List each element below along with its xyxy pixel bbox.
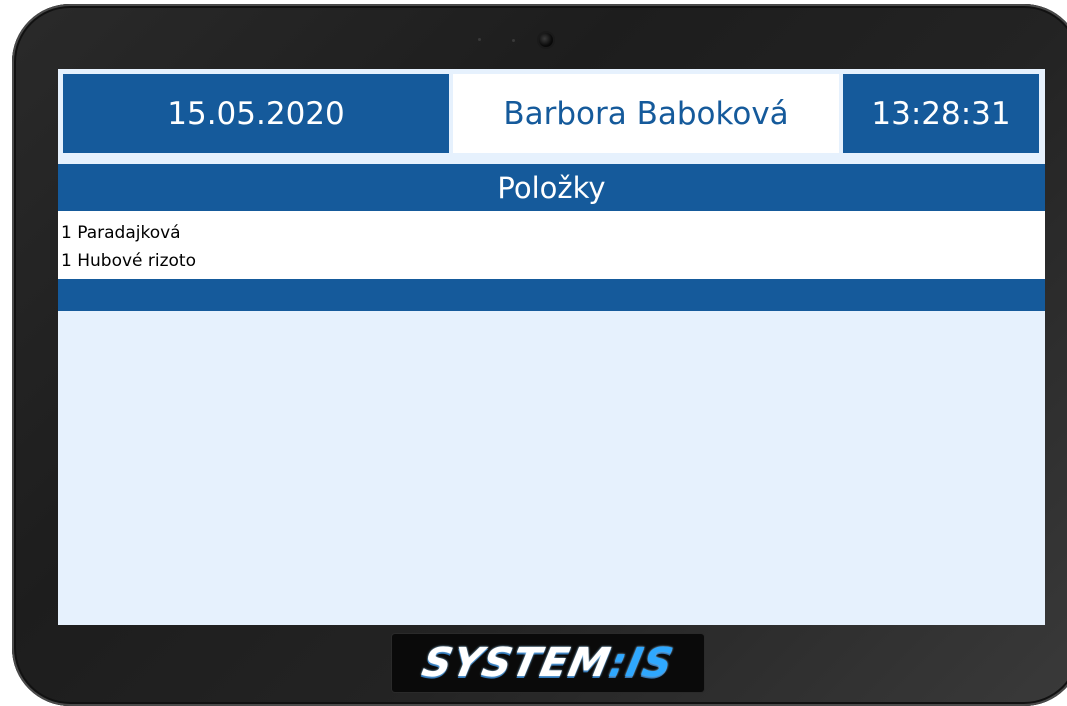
sensor-dot [512, 39, 515, 42]
screen: 15.05.2020 Barbora Baboková 13:28:31 Pol… [58, 69, 1045, 625]
items-section-title: Položky [58, 164, 1045, 211]
clock-display: 13:28:31 [843, 74, 1039, 153]
date-display: 15.05.2020 [63, 74, 449, 153]
logo-wordmark: SYSTEM:IS [418, 640, 678, 686]
list-item[interactable]: 1 Paradajková [61, 219, 1045, 247]
brand-logo: SYSTEM:IS [392, 634, 704, 692]
header-bar: 15.05.2020 Barbora Baboková 13:28:31 [58, 69, 1045, 158]
sensor-dot [478, 38, 481, 41]
user-name-display: Barbora Baboková [453, 74, 839, 153]
items-list: 1 Paradajková 1 Hubové rizoto [58, 211, 1045, 279]
logo-text-accent: IS [622, 640, 678, 686]
logo-text-main: SYSTEM [418, 640, 616, 686]
list-footer-bar [58, 279, 1045, 311]
list-item[interactable]: 1 Hubové rizoto [61, 247, 1045, 275]
list-item-text: 1 Hubové rizoto [61, 251, 196, 271]
list-item-text: 1 Paradajková [61, 223, 181, 243]
camera-icon [539, 33, 553, 47]
